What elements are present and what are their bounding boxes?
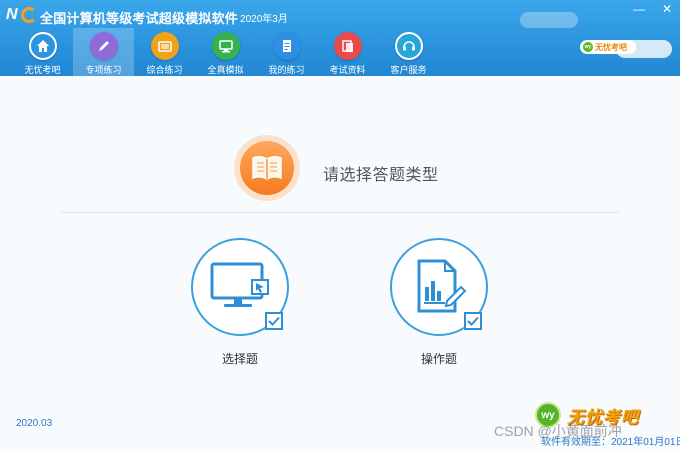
header-brand-badge: wy 无忧考吧 [580,40,636,54]
monitor-icon [211,32,240,60]
cloud-decoration [520,12,578,28]
divider [60,212,620,213]
checkbox-checked-icon [464,312,482,330]
title-row: N 全国计算机等级考试超级模拟软件 2020年3月 [6,6,288,28]
nav-label: 考试资料 [329,65,366,75]
nav-label: 我的练习 [268,65,305,75]
nav-item-home[interactable]: 无忧考吧 [12,28,73,76]
app-title-date: 2020年3月 [240,13,288,25]
minimize-button[interactable]: — [632,2,646,16]
nav-label: 无忧考吧 [24,65,61,75]
app-title: 全国计算机等级考试超级模拟软件 [40,10,239,26]
wy-logo-icon: wy [583,42,593,52]
window-controls: — ✕ [632,2,674,16]
header-bar: N 全国计算机等级考试超级模拟软件 2020年3月 — ✕ 无忧考吧 专项练习 … [0,0,680,76]
nav-label: 综合练习 [146,65,183,75]
main-nav: 无忧考吧 专项练习 综合练习 全真模拟 我的练习 考试资料 客户服务 [12,28,439,76]
headset-icon [394,32,423,60]
nav-item-special-practice[interactable]: 专项练习 [73,28,134,76]
main-content: 请选择答题类型 选择题 操作题 2020.03 wy 无忧考吧 CSDN @小黄… [0,76,680,452]
folder-icon [150,32,179,60]
expiry-label: 软件有效期至：2021年01月01日 [541,437,680,448]
close-button[interactable]: ✕ [660,2,674,16]
nav-item-comprehensive-practice[interactable]: 综合练习 [134,28,195,76]
multiple-choice-option[interactable] [191,238,289,336]
nav-item-my-practice[interactable]: 我的练习 [256,28,317,76]
nav-item-customer-service[interactable]: 客户服务 [378,28,439,76]
document-chart-icon [417,259,467,313]
nav-label: 专项练习 [85,65,122,75]
computer-screen-icon [210,262,269,307]
nav-label: 全真模拟 [207,65,244,75]
open-book-icon [234,135,300,201]
prompt-heading: 请选择答题类型 [323,167,439,184]
document-icon [272,32,301,60]
operation-question-label: 操作题 [420,352,457,366]
operation-question-option[interactable] [390,238,488,336]
pencil-icon [89,32,118,60]
home-icon [28,32,57,60]
checkbox-checked-icon [265,312,283,330]
nav-item-exam-materials[interactable]: 考试资料 [317,28,378,76]
version-label: 2020.03 [16,418,53,429]
app-logo: N [6,6,38,27]
books-icon [333,32,362,60]
nav-item-full-simulation[interactable]: 全真模拟 [195,28,256,76]
multiple-choice-label: 选择题 [221,352,258,366]
nav-label: 客户服务 [390,65,427,75]
